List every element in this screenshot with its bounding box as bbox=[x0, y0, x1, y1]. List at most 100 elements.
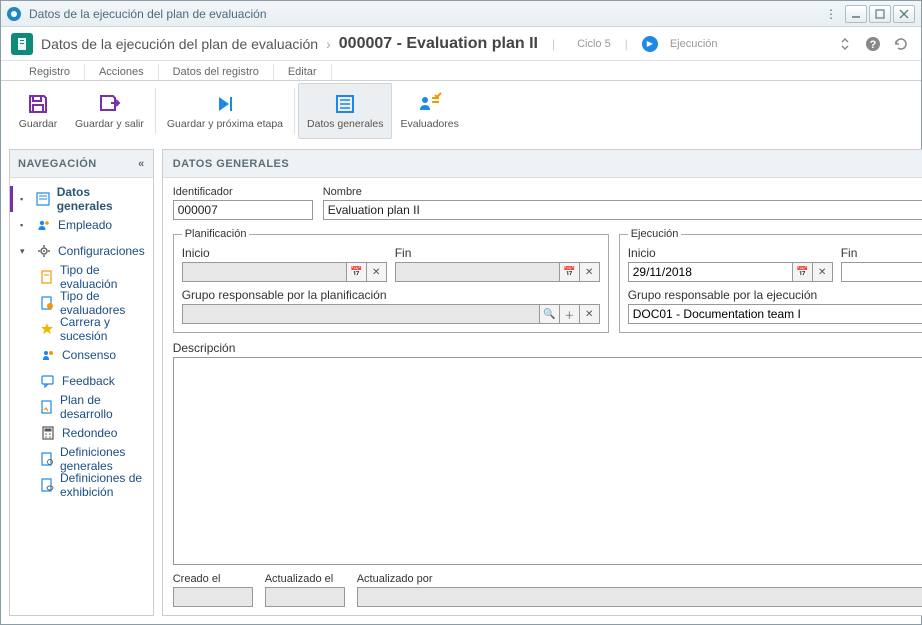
nav-item-consensus[interactable]: Consenso bbox=[10, 342, 153, 368]
label-updated: Actualizado el bbox=[265, 573, 345, 585]
window-title: Datos de la ejecución del plan de evalua… bbox=[29, 7, 823, 21]
close-button[interactable] bbox=[893, 5, 915, 23]
plan-start-input bbox=[182, 262, 347, 282]
breadcrumb-root[interactable]: Datos de la ejecución del plan de evalua… bbox=[41, 36, 318, 52]
exec-end-input[interactable] bbox=[841, 262, 922, 282]
collapse-updown-icon[interactable] bbox=[835, 34, 855, 54]
navigation-panel: NAVEGACIÓN « ▪ Datos generales ▪ Emplead… bbox=[9, 149, 154, 616]
add-icon: ＋ bbox=[560, 304, 580, 324]
nav-header: NAVEGACIÓN « bbox=[10, 150, 153, 178]
doc-gear-icon bbox=[40, 451, 54, 467]
nav-item-rounding[interactable]: Redondeo bbox=[10, 420, 153, 446]
name-input[interactable] bbox=[323, 200, 922, 220]
id-input[interactable] bbox=[173, 200, 313, 220]
svg-text:?: ? bbox=[870, 39, 877, 51]
created-input bbox=[173, 587, 253, 607]
execution-fieldset: Ejecución Inicio 📅 ✕ bbox=[619, 228, 922, 333]
nav-item-career[interactable]: Carrera y sucesión bbox=[10, 316, 153, 342]
form-body: Identificador Nombre Ciclo Plan bbox=[163, 178, 922, 615]
label-name: Nombre bbox=[323, 186, 922, 198]
ribbon-tabs: Registro Acciones Datos del registro Edi… bbox=[1, 61, 921, 81]
form-icon bbox=[36, 191, 51, 207]
ribbon-tab-datos: Datos del registro bbox=[159, 64, 274, 80]
bullet-icon: ▪ bbox=[20, 194, 30, 204]
search-icon: 🔍 bbox=[540, 304, 560, 324]
general-data-tab[interactable]: Datos generales bbox=[298, 83, 392, 139]
label-description: Descripción bbox=[173, 341, 922, 355]
nav-item-exhib-defs[interactable]: Definiciones de exhibición bbox=[10, 472, 153, 498]
label-exec-end: Fin bbox=[841, 246, 922, 260]
label-updated-by: Actualizado por bbox=[357, 573, 922, 585]
nav-tree: ▪ Datos generales ▪ Empleado ▾ Configura… bbox=[10, 178, 153, 506]
play-icon: ▶ bbox=[642, 36, 658, 52]
ribbon-tab-registro: Registro bbox=[15, 64, 85, 80]
breadcrumb-sep: › bbox=[326, 36, 331, 52]
nav-item-config[interactable]: ▾ Configuraciones bbox=[10, 238, 153, 264]
calc-icon bbox=[40, 425, 56, 441]
main-header: DATOS GENERALES bbox=[163, 150, 922, 178]
label-exec-start: Inicio bbox=[628, 246, 833, 260]
breadcrumb-stage: Ejecución bbox=[670, 38, 718, 50]
ribbon-tab-editar: Editar bbox=[274, 64, 332, 80]
nav-item-employee[interactable]: ▪ Empleado bbox=[10, 212, 153, 238]
save-exit-icon bbox=[96, 91, 122, 117]
refresh-icon[interactable] bbox=[891, 34, 911, 54]
ribbon-tab-acciones: Acciones bbox=[85, 64, 159, 80]
clear-icon[interactable]: ✕ bbox=[813, 262, 833, 282]
gear-icon bbox=[36, 243, 52, 259]
window-controls bbox=[845, 5, 915, 23]
description-textarea[interactable] bbox=[173, 357, 922, 565]
updated-input bbox=[265, 587, 345, 607]
titlebar-menu[interactable]: ⋮ bbox=[823, 7, 839, 21]
star-icon bbox=[40, 321, 54, 337]
breadcrumb-cycle: Ciclo 5 bbox=[577, 38, 611, 50]
titlebar: Datos de la ejecución del plan de evalua… bbox=[1, 1, 921, 27]
nav-item-feedback[interactable]: Feedback bbox=[10, 368, 153, 394]
evaluators-tab[interactable]: Evaluadores bbox=[392, 83, 466, 139]
label-created: Creado el bbox=[173, 573, 253, 585]
save-exit-button[interactable]: Guardar y salir bbox=[67, 83, 152, 139]
maximize-button[interactable] bbox=[869, 5, 891, 23]
app-icon bbox=[7, 7, 21, 21]
expand-icon[interactable]: ▾ bbox=[20, 246, 30, 257]
evaluators-icon bbox=[417, 91, 443, 117]
label-exec-group: Grupo responsable por la ejecución bbox=[628, 288, 922, 302]
save-next-button[interactable]: Guardar y próxima etapa bbox=[159, 83, 291, 139]
label-plan-start: Inicio bbox=[182, 246, 387, 260]
plan-icon bbox=[40, 399, 54, 415]
planning-legend: Planificación bbox=[182, 228, 250, 240]
bullet-icon: ▪ bbox=[20, 220, 30, 230]
calendar-icon[interactable]: 📅 bbox=[793, 262, 813, 282]
nav-item-dev-plan[interactable]: Plan de desarrollo bbox=[10, 394, 153, 420]
minimize-button[interactable] bbox=[845, 5, 867, 23]
clear-icon: ✕ bbox=[580, 304, 600, 324]
label-plan-group: Grupo responsable por la planificación bbox=[182, 288, 600, 302]
form-icon bbox=[332, 91, 358, 117]
next-icon bbox=[212, 91, 238, 117]
main-panel: DATOS GENERALES Identificador Nombre Cic… bbox=[162, 149, 922, 616]
execution-legend: Ejecución bbox=[628, 228, 682, 240]
clear-icon: ✕ bbox=[367, 262, 387, 282]
exec-group-input[interactable] bbox=[628, 304, 922, 324]
doc-icon bbox=[40, 295, 54, 311]
nav-item-evaluator-type[interactable]: Tipo de evaluadores bbox=[10, 290, 153, 316]
exec-start-input[interactable] bbox=[628, 262, 793, 282]
plan-end-input bbox=[395, 262, 560, 282]
nav-item-gen-defs[interactable]: Definiciones generales bbox=[10, 446, 153, 472]
save-icon bbox=[25, 91, 51, 117]
content-area: NAVEGACIÓN « ▪ Datos generales ▪ Emplead… bbox=[1, 141, 921, 624]
doc-icon bbox=[40, 269, 54, 285]
people-icon bbox=[40, 347, 56, 363]
label-plan-end: Fin bbox=[395, 246, 600, 260]
nav-item-general[interactable]: ▪ Datos generales bbox=[10, 186, 153, 212]
planning-fieldset: Planificación Inicio 📅 ✕ bbox=[173, 228, 609, 333]
app-window: Datos de la ejecución del plan de evalua… bbox=[0, 0, 922, 625]
collapse-nav-icon[interactable]: « bbox=[138, 158, 145, 170]
chat-icon bbox=[40, 373, 56, 389]
breadcrumb: Datos de la ejecución del plan de evalua… bbox=[1, 27, 921, 61]
plan-group-input bbox=[182, 304, 540, 324]
clear-icon: ✕ bbox=[580, 262, 600, 282]
nav-item-eval-type[interactable]: Tipo de evaluación bbox=[10, 264, 153, 290]
save-button[interactable]: Guardar bbox=[9, 83, 67, 139]
help-icon[interactable]: ? bbox=[863, 34, 883, 54]
